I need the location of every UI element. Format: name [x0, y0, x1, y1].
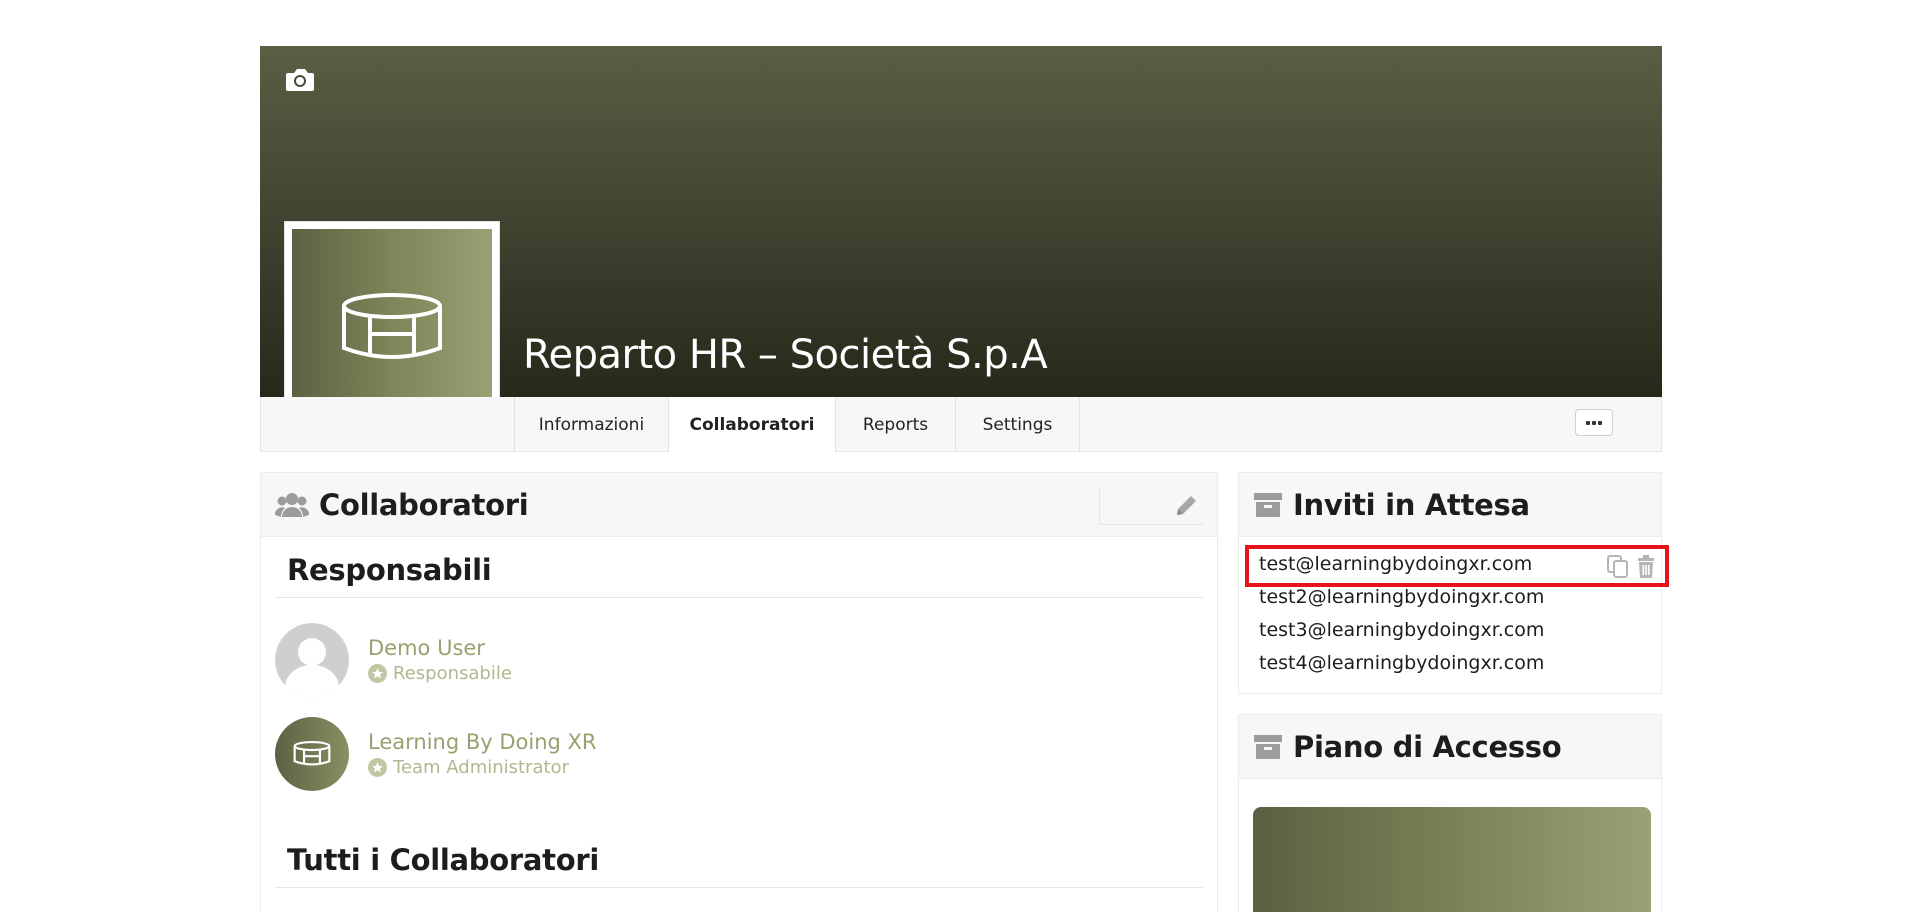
piano-title: Piano di Accesso — [1293, 729, 1562, 764]
collaboratori-panel: Collaboratori Responsabili Demo User Res… — [260, 472, 1218, 912]
member-item[interactable]: Learning By Doing XR Team Administrator — [275, 717, 597, 791]
tab-collaboratori[interactable]: Collaboratori — [669, 397, 836, 452]
inviti-title: Inviti in Attesa — [1293, 487, 1530, 522]
team-page: Reparto HR – Società S.p.A Informazioni … — [0, 0, 1920, 912]
tab-reports[interactable]: Reports — [836, 397, 956, 452]
divider — [275, 597, 1203, 598]
star-icon — [368, 758, 387, 777]
plan-card[interactable] — [1253, 807, 1651, 912]
collaboratori-title: Collaboratori — [319, 487, 529, 522]
default-avatar-icon — [275, 623, 349, 697]
team-logo-avatar — [275, 717, 349, 791]
member-item[interactable]: Demo User Responsabile — [275, 623, 512, 697]
team-logo-icon — [293, 741, 331, 766]
team-logo-icon — [342, 293, 442, 359]
pencil-icon — [1177, 495, 1196, 515]
responsabili-title: Responsabili — [287, 553, 492, 587]
member-name[interactable]: Learning By Doing XR — [368, 729, 597, 756]
more-icon[interactable] — [1575, 409, 1613, 436]
invite-email: test3@learningbydoingxr.com — [1259, 619, 1545, 641]
tutti-title: Tutti i Collaboratori — [287, 843, 599, 877]
tab-bar: Informazioni Collaboratori Reports Setti… — [260, 397, 1662, 452]
users-icon — [275, 492, 309, 517]
tab-informazioni[interactable]: Informazioni — [514, 397, 669, 452]
edit-button[interactable] — [1099, 487, 1203, 525]
camera-icon[interactable] — [284, 66, 316, 94]
tab-settings[interactable]: Settings — [956, 397, 1080, 452]
archive-icon — [1254, 734, 1282, 759]
invite-email: test4@learningbydoingxr.com — [1259, 652, 1545, 674]
member-name[interactable]: Demo User — [368, 635, 512, 662]
divider — [275, 887, 1203, 888]
copy-icon[interactable] — [1607, 555, 1629, 579]
piano-panel: Piano di Accesso — [1238, 714, 1662, 912]
archive-icon — [1254, 492, 1282, 517]
invite-email: test2@learningbydoingxr.com — [1259, 586, 1545, 608]
trash-icon[interactable] — [1637, 555, 1655, 579]
member-role: Team Administrator — [393, 756, 570, 778]
star-icon — [368, 664, 387, 683]
member-role: Responsabile — [393, 662, 512, 684]
team-title: Reparto HR – Società S.p.A — [523, 332, 1048, 378]
invite-email: test@learningbydoingxr.com — [1259, 553, 1533, 575]
inviti-panel: Inviti in Attesa test@learningbydoingxr.… — [1238, 472, 1669, 694]
